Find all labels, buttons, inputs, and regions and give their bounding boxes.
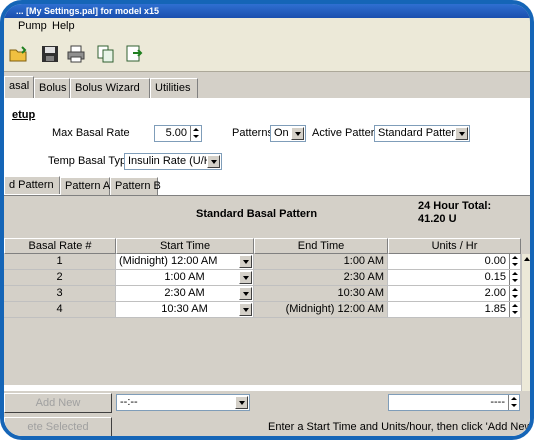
- chevron-down-icon[interactable]: [291, 127, 304, 140]
- temp-basal-label: Temp Basal Type: [48, 155, 133, 167]
- basal-panel: etup Max Basal Rate 5.00 Patterns On Act…: [4, 98, 533, 436]
- pattern-header: Standard Basal Pattern 24 Hour Total: 41…: [4, 196, 530, 232]
- spinner-icon[interactable]: [190, 126, 201, 141]
- table-row[interactable]: 1 (Midnight) 12:00 AM 1:00 AM 0.00: [4, 254, 521, 270]
- window-title: ... [My Settings.pal] for model x15: [16, 6, 160, 16]
- tab-basal[interactable]: asal: [4, 76, 34, 98]
- spinner-icon[interactable]: [509, 286, 520, 301]
- delete-selected-button[interactable]: ete Selected: [4, 417, 112, 436]
- units-input[interactable]: 0.00: [388, 254, 521, 270]
- save-icon[interactable]: [40, 44, 60, 64]
- title-bar: ... [My Settings.pal] for model x15: [4, 4, 530, 18]
- table-row[interactable]: 3 2:30 AM 10:30 AM 2.00: [4, 286, 521, 302]
- start-time-select[interactable]: 10:30 AM: [116, 302, 254, 318]
- total-label: 24 Hour Total:: [418, 200, 492, 212]
- scroll-up-icon[interactable]: [524, 257, 530, 261]
- chevron-down-icon[interactable]: [239, 287, 252, 300]
- end-time: 1:00 AM: [254, 254, 388, 270]
- tab-utilities[interactable]: Utilities: [150, 78, 198, 98]
- tab-pattern-b[interactable]: Pattern B: [110, 177, 161, 195]
- end-time: (Midnight) 12:00 AM: [254, 302, 388, 318]
- toolbar: [4, 36, 530, 72]
- patterns-select[interactable]: On: [270, 125, 306, 142]
- row-number: 3: [4, 286, 116, 302]
- spinner-icon[interactable]: [509, 254, 520, 269]
- units-input[interactable]: 1.85: [388, 302, 521, 318]
- tab-bolus[interactable]: Bolus: [34, 78, 70, 98]
- chevron-down-icon[interactable]: [239, 271, 252, 284]
- new-units-input[interactable]: ----: [388, 394, 520, 411]
- spinner-icon[interactable]: [509, 270, 520, 285]
- tab-bolus-wizard[interactable]: Bolus Wizard: [70, 78, 150, 98]
- entry-footer: Add New --:-- ---- ete Selected Enter a …: [4, 391, 533, 436]
- hint-text: Enter a Start Time and Units/hour, then …: [268, 421, 533, 433]
- col-basal-rate[interactable]: Basal Rate #: [4, 238, 116, 254]
- active-pattern-select[interactable]: Standard Pattern: [374, 125, 470, 142]
- start-time-select[interactable]: 2:30 AM: [116, 286, 254, 302]
- chevron-down-icon[interactable]: [455, 127, 468, 140]
- chevron-down-icon[interactable]: [207, 155, 220, 168]
- open-icon[interactable]: [8, 44, 28, 64]
- menu-help[interactable]: Help: [52, 20, 75, 32]
- start-time-select[interactable]: 1:00 AM: [116, 270, 254, 286]
- max-basal-label: Max Basal Rate: [52, 127, 130, 139]
- app-window: ... [My Settings.pal] for model x15 Pump…: [0, 0, 534, 440]
- temp-basal-select[interactable]: Insulin Rate (U/H): [124, 153, 222, 170]
- active-pattern-label: Active Pattern: [312, 127, 381, 139]
- units-input[interactable]: 2.00: [388, 286, 521, 302]
- menu-pump[interactable]: Pump: [18, 20, 47, 32]
- chevron-down-icon[interactable]: [239, 255, 252, 268]
- copy-icon[interactable]: [96, 44, 116, 64]
- row-number: 1: [4, 254, 116, 270]
- row-number: 2: [4, 270, 116, 286]
- total-box: 24 Hour Total: 41.20 U: [418, 200, 491, 226]
- chevron-down-icon[interactable]: [235, 396, 248, 409]
- tab-pattern-a[interactable]: Pattern A: [60, 177, 110, 195]
- end-time: 10:30 AM: [254, 286, 388, 302]
- new-start-time-select[interactable]: --:--: [116, 394, 250, 411]
- spinner-icon[interactable]: [509, 302, 520, 317]
- col-units-hr[interactable]: Units / Hr: [388, 238, 521, 254]
- tab-standard-pattern[interactable]: d Pattern: [4, 176, 60, 194]
- menu-bar: Pump Help: [4, 18, 530, 36]
- table-row[interactable]: 4 10:30 AM (Midnight) 12:00 AM 1.85: [4, 302, 521, 318]
- vertical-scrollbar[interactable]: [521, 254, 530, 404]
- add-new-button[interactable]: Add New: [4, 393, 112, 413]
- print-icon[interactable]: [66, 44, 86, 64]
- row-number: 4: [4, 302, 116, 318]
- col-end-time[interactable]: End Time: [254, 238, 388, 254]
- end-time: 2:30 AM: [254, 270, 388, 286]
- chevron-down-icon[interactable]: [239, 303, 252, 316]
- col-start-time[interactable]: Start Time: [116, 238, 254, 254]
- export-icon[interactable]: [124, 44, 144, 64]
- spinner-icon[interactable]: [508, 395, 519, 410]
- patterns-label: Patterns: [232, 127, 273, 139]
- pattern-title: Standard Basal Pattern: [196, 208, 318, 220]
- start-time-select[interactable]: (Midnight) 12:00 AM: [116, 254, 254, 270]
- section-title: etup: [12, 109, 36, 121]
- units-input[interactable]: 0.15: [388, 270, 521, 286]
- basal-grid: Standard Basal Pattern 24 Hour Total: 41…: [4, 195, 530, 404]
- total-value: 41.20 U: [418, 213, 457, 225]
- max-basal-input[interactable]: 5.00: [154, 125, 202, 142]
- table-row[interactable]: 2 1:00 AM 2:30 AM 0.15: [4, 270, 521, 286]
